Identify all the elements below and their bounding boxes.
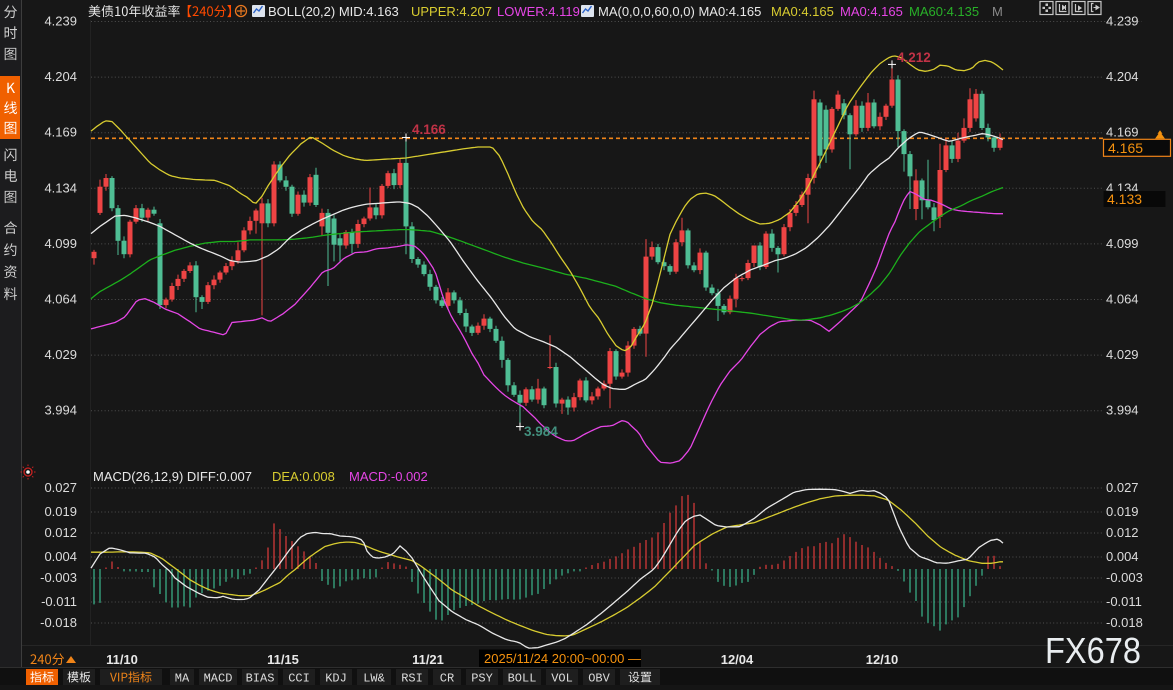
- svg-text:-0.003: -0.003: [40, 570, 77, 585]
- svg-text:4.204: 4.204: [1106, 69, 1139, 84]
- svg-text:3.994: 3.994: [1106, 403, 1139, 418]
- svg-text:3.994: 3.994: [44, 403, 77, 418]
- svg-text:FX678: FX678: [1045, 630, 1141, 671]
- svg-text:4.029: 4.029: [1106, 347, 1139, 362]
- svg-text:11/10: 11/10: [106, 652, 138, 667]
- svg-text:MACD: MACD: [204, 672, 233, 686]
- svg-text:4.099: 4.099: [1106, 236, 1139, 251]
- svg-text:BIAS: BIAS: [246, 672, 275, 686]
- svg-text:0.012: 0.012: [1106, 525, 1139, 540]
- svg-text:DEA:0.008: DEA:0.008: [272, 469, 335, 484]
- svg-text:4.099: 4.099: [44, 236, 77, 251]
- svg-text:MA0:4.165: MA0:4.165: [840, 4, 903, 19]
- svg-text:0.019: 0.019: [44, 504, 77, 519]
- svg-text:4.212: 4.212: [897, 50, 931, 65]
- svg-text:12/04: 12/04: [721, 652, 754, 667]
- svg-text:-0.018: -0.018: [1106, 615, 1143, 630]
- svg-text:PSY: PSY: [471, 672, 493, 686]
- svg-text:MACD(26,12,9) DIFF:0.007: MACD(26,12,9) DIFF:0.007: [93, 469, 252, 484]
- svg-text:-0.011: -0.011: [41, 594, 77, 609]
- svg-text:-0.018: -0.018: [40, 615, 77, 630]
- svg-text:4.165: 4.165: [1108, 140, 1143, 156]
- svg-text:4.133: 4.133: [1107, 191, 1142, 207]
- svg-text:11/15: 11/15: [267, 652, 299, 667]
- svg-text:LW&: LW&: [363, 672, 385, 686]
- svg-text:0.012: 0.012: [44, 525, 77, 540]
- svg-text:2025/11/24 20:00~00:00 —: 2025/11/24 20:00~00:00 —: [484, 651, 641, 666]
- svg-text:4.204: 4.204: [44, 69, 77, 84]
- svg-text:0.019: 0.019: [1106, 504, 1139, 519]
- svg-text:MA(0,0,0,60,0,0) MA0:4.165: MA(0,0,0,60,0,0) MA0:4.165: [598, 4, 761, 19]
- svg-text:11/21: 11/21: [412, 652, 444, 667]
- svg-text:CR: CR: [440, 672, 454, 686]
- svg-text:M: M: [992, 4, 1003, 19]
- svg-text:KDJ: KDJ: [325, 672, 347, 686]
- svg-text:MA60:4.135: MA60:4.135: [909, 4, 979, 19]
- svg-text:4.029: 4.029: [44, 347, 77, 362]
- svg-text:BOLL(20,2) MID:4.163: BOLL(20,2) MID:4.163: [268, 4, 399, 19]
- svg-text:4.169: 4.169: [44, 125, 77, 140]
- svg-text:VOL: VOL: [551, 672, 573, 686]
- svg-text:4.169: 4.169: [1106, 125, 1139, 140]
- svg-text:MA0:4.165: MA0:4.165: [771, 4, 834, 19]
- svg-text:4.166: 4.166: [412, 122, 446, 137]
- svg-text:3.984: 3.984: [524, 424, 558, 439]
- svg-text:0.004: 0.004: [44, 549, 77, 564]
- svg-text:MA: MA: [175, 672, 190, 686]
- svg-text:4.134: 4.134: [44, 180, 77, 195]
- svg-text:4.064: 4.064: [1106, 292, 1139, 307]
- svg-text:0.004: 0.004: [1106, 549, 1139, 564]
- svg-text:MACD:-0.002: MACD:-0.002: [349, 469, 428, 484]
- svg-text:0.027: 0.027: [1106, 480, 1139, 495]
- svg-text:CCI: CCI: [288, 672, 310, 686]
- svg-text:RSI: RSI: [401, 672, 423, 686]
- svg-text:BOLL: BOLL: [508, 672, 537, 686]
- svg-text:-0.011: -0.011: [1106, 594, 1142, 609]
- svg-text:12/10: 12/10: [866, 652, 899, 667]
- svg-text:4.064: 4.064: [44, 292, 77, 307]
- svg-text:UPPER:4.207: UPPER:4.207: [411, 4, 492, 19]
- svg-text:-0.003: -0.003: [1106, 570, 1143, 585]
- svg-text:OBV: OBV: [588, 672, 610, 686]
- svg-text:LOWER:4.119: LOWER:4.119: [497, 4, 580, 19]
- svg-text:4.239: 4.239: [1106, 14, 1139, 29]
- svg-text:0.027: 0.027: [44, 480, 77, 495]
- svg-text:4.239: 4.239: [44, 14, 77, 29]
